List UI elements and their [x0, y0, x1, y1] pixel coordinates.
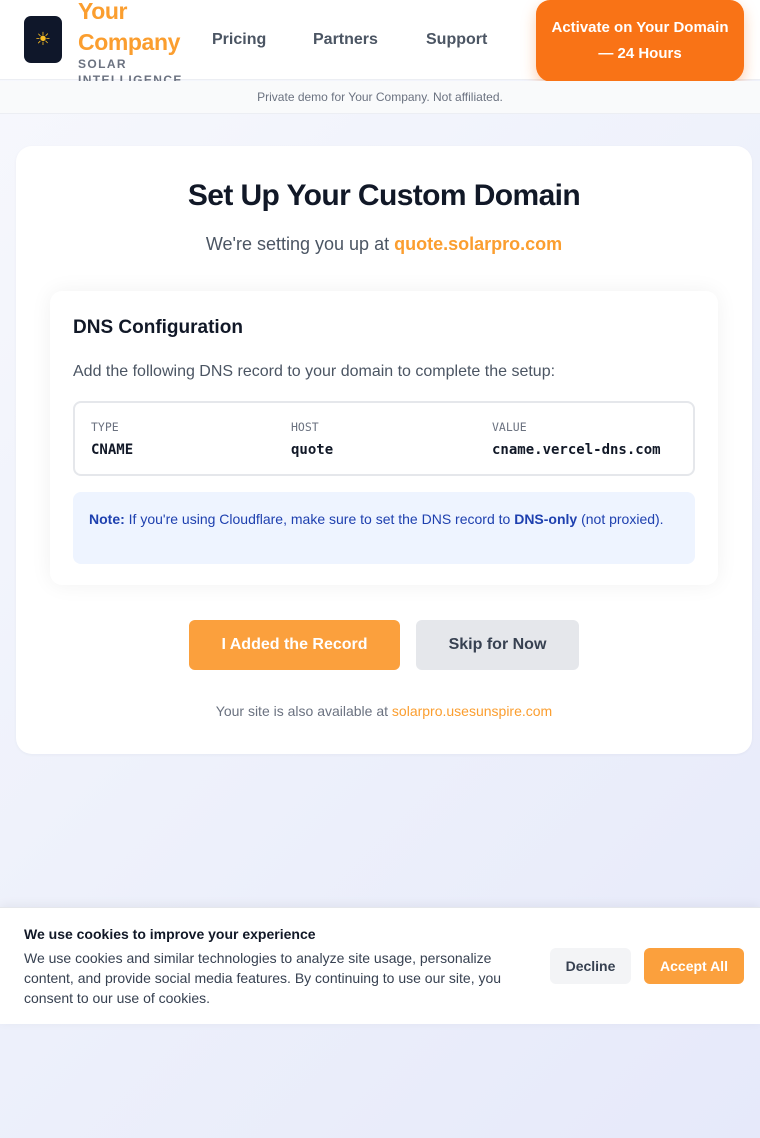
domain-setup-card: Set Up Your Custom Domain We're setting …	[16, 146, 752, 754]
activate-domain-button[interactable]: Activate on Your Domain — 24 Hours	[536, 0, 744, 82]
site-header: ☀ Your Company SOLAR INTELLIGENCE Pricin…	[0, 0, 760, 87]
cloudflare-note: Note: If you're using Cloudflare, make s…	[73, 492, 695, 564]
subtitle-prefix: We're setting you up at	[205, 234, 395, 254]
skip-button[interactable]: Skip for Now	[416, 620, 579, 670]
demo-notice: Private demo for Your Company. Not affil…	[0, 81, 760, 114]
dns-record: TYPE CNAME HOST quote VALUE cname.vercel…	[73, 401, 695, 476]
note-emphasis: DNS-only	[514, 511, 578, 527]
record-host-value[interactable]: quote	[291, 441, 333, 459]
dns-description: Add the following DNS record to your dom…	[73, 363, 556, 380]
record-type-label: TYPE	[91, 420, 119, 434]
added-record-button[interactable]: I Added the Record	[189, 620, 400, 670]
alt-domain-text: Your site is also available at solarpro.…	[16, 703, 752, 719]
note-label: Note:	[89, 511, 125, 527]
record-type-value[interactable]: CNAME	[91, 441, 133, 459]
accept-cookies-button[interactable]: Accept All	[644, 948, 744, 984]
cookie-banner: We use cookies to improve your experienc…	[0, 907, 760, 1024]
brand-name[interactable]: Your Company	[78, 0, 198, 58]
nav-support[interactable]: Support	[426, 30, 487, 50]
dns-configuration-panel: DNS Configuration Add the following DNS …	[50, 291, 718, 585]
dns-title: DNS Configuration	[73, 317, 243, 338]
note-text-before: If you're using Cloudflare, make sure to…	[124, 511, 515, 527]
decline-cookies-button[interactable]: Decline	[550, 948, 631, 984]
record-value-label: VALUE	[492, 420, 527, 434]
logo-mark[interactable]: ☀	[24, 16, 62, 63]
record-type: TYPE CNAME	[91, 420, 133, 459]
nav-partners[interactable]: Partners	[313, 30, 378, 50]
page-title: Set Up Your Custom Domain	[187, 179, 581, 212]
nav-pricing[interactable]: Pricing	[212, 30, 266, 50]
record-host-label: HOST	[291, 420, 319, 434]
target-domain: quote.solarpro.com	[394, 234, 563, 254]
record-host: HOST quote	[291, 420, 333, 459]
page-subtitle: We're setting you up at quote.solarpro.c…	[16, 234, 752, 255]
record-value-value[interactable]: cname.vercel-dns.com	[492, 441, 661, 459]
alt-domain-link[interactable]: solarpro.usesunspire.com	[392, 703, 552, 719]
note-text-after: (not proxied).	[577, 511, 664, 527]
alt-domain-prefix: Your site is also available at	[215, 703, 392, 719]
sun-icon: ☀	[34, 29, 52, 49]
record-value: VALUE cname.vercel-dns.com	[492, 420, 661, 459]
cookie-title: We use cookies to improve your experienc…	[24, 926, 316, 942]
cookie-text: We use cookies and similar technologies …	[24, 950, 502, 1006]
